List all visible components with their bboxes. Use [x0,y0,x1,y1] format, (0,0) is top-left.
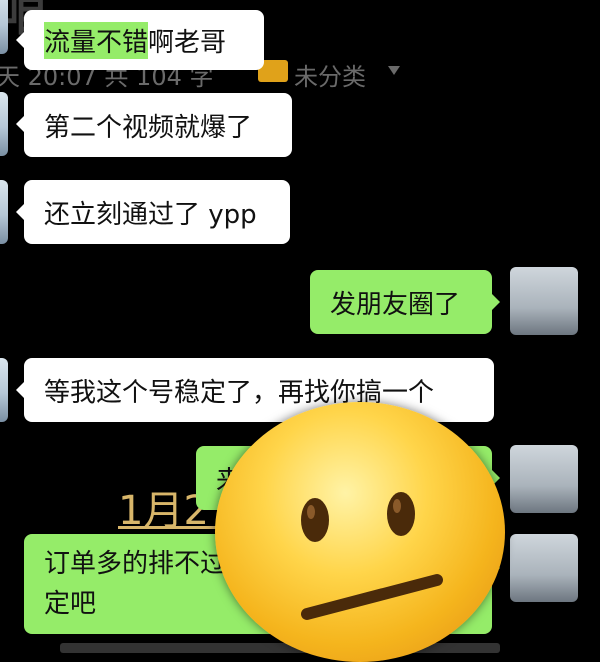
dropdown-triangle-icon[interactable] [388,66,400,75]
message-text: 发朋友圈了 [330,289,461,320]
user-avatar[interactable] [510,267,578,335]
contact-avatar[interactable] [0,92,8,156]
message-text-line1: 订单多的排不过 [44,549,227,579]
bubble-tail [16,204,24,220]
message-text: 第二个视频就爆了 [44,112,253,143]
contact-avatar[interactable] [0,0,8,54]
message-bubble[interactable]: 发朋友圈了 [310,270,492,334]
message-text: 还立刻通过了 ypp [44,199,257,230]
message-bubble[interactable]: 流量不错 啊老哥 [24,10,264,70]
date-underline [118,526,228,529]
contact-avatar[interactable] [0,180,8,244]
message-text-line2: 定吧 [44,589,97,619]
user-avatar[interactable] [510,534,578,602]
user-avatar[interactable] [510,445,578,513]
highlighted-text: 流量不错 [44,21,149,59]
bubble-tail [16,116,24,132]
contact-avatar[interactable] [0,358,8,422]
message-bubble[interactable]: 还立刻通过了 ypp [24,180,290,244]
message-text: 啊老哥 [148,27,227,58]
folder-label[interactable]: 未分类 [294,57,366,92]
bubble-tail [16,382,24,398]
bubble-tail [16,32,24,48]
message-bubble[interactable]: 第二个视频就爆了 [24,93,292,157]
bubble-tail [492,294,500,310]
neutral-face-emoji-icon [215,402,505,662]
